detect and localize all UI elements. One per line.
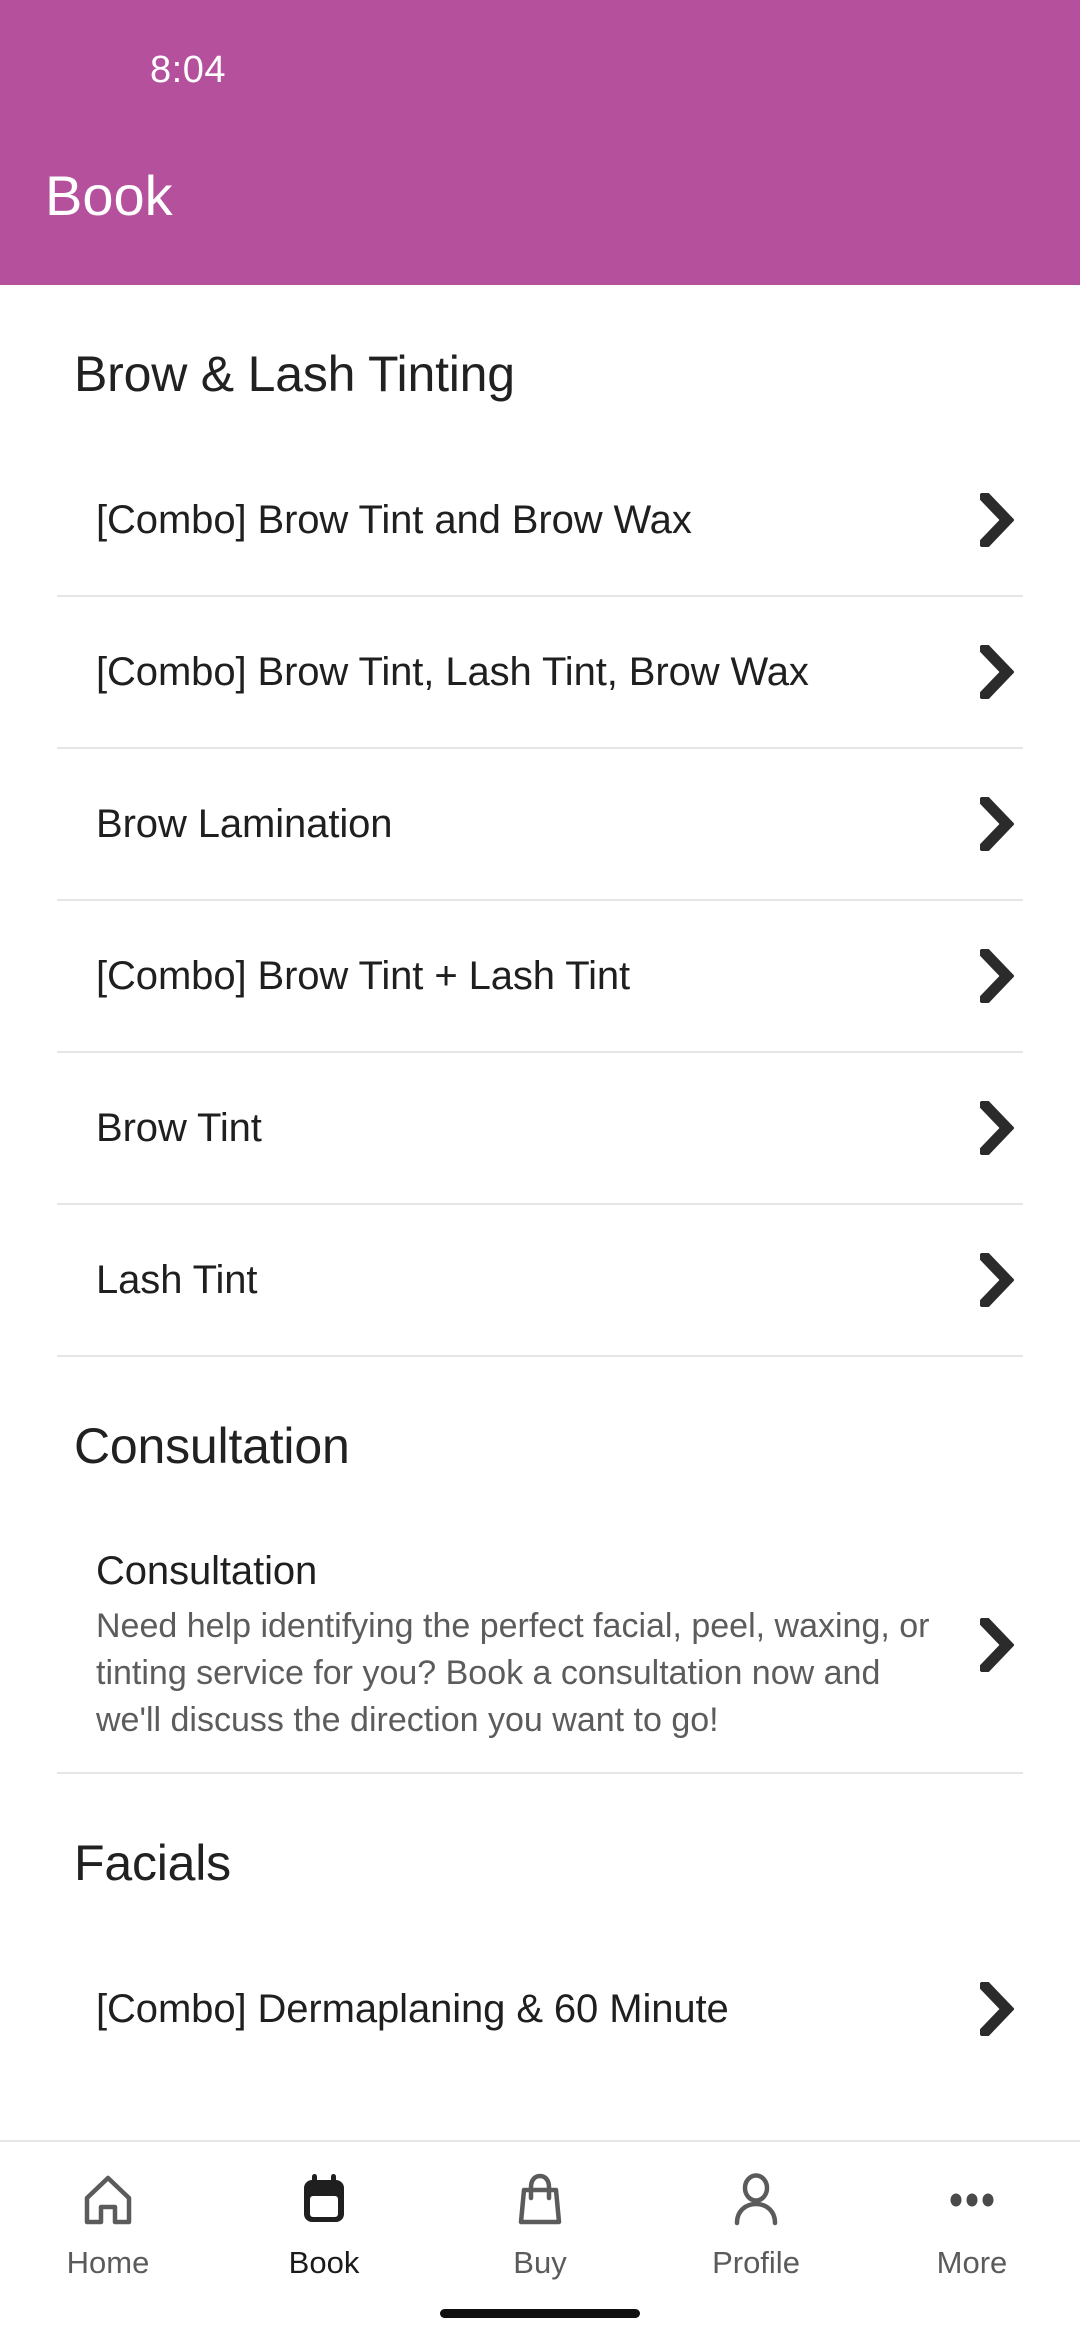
section-brow-lash-tinting: Brow & Lash Tinting [Combo] Brow Tint an…: [0, 285, 1080, 1357]
chevron-right-icon[interactable]: [974, 1253, 1020, 1307]
chevron-right-icon[interactable]: [974, 493, 1020, 547]
section-heading: Consultation: [74, 1418, 350, 1474]
service-title: [Combo] Dermaplaning & 60 Minute: [96, 1987, 729, 2031]
nav-tab-label: Buy: [513, 2245, 567, 2280]
service-title: Consultation: [96, 1549, 318, 1593]
service-row-text: [Combo] Brow Tint, Lash Tint, Brow Wax: [96, 646, 954, 698]
service-row[interactable]: Consultation Need help identifying the p…: [0, 1517, 1080, 1772]
nav-tab-home[interactable]: Home: [0, 2142, 216, 2282]
service-title: Lash Tint: [96, 1258, 258, 1302]
service-title: [Combo] Brow Tint and Brow Wax: [96, 498, 692, 542]
chevron-right-icon[interactable]: [974, 1617, 1020, 1672]
chevron-right-icon[interactable]: [974, 949, 1020, 1003]
service-row[interactable]: [Combo] Brow Tint and Brow Wax: [0, 445, 1080, 595]
service-row-text: Consultation Need help identifying the p…: [96, 1545, 954, 1744]
service-row[interactable]: Lash Tint: [0, 1205, 1080, 1355]
app-header: 8:04 Book: [0, 0, 1080, 285]
section-facials: Facials [Combo] Dermaplaning & 60 Minute: [0, 1774, 1080, 2084]
chevron-right-icon[interactable]: [974, 797, 1020, 851]
nav-tab-profile[interactable]: Profile: [648, 2142, 864, 2282]
person-icon: [727, 2168, 785, 2232]
service-title: Brow Tint: [96, 1106, 262, 1150]
home-indicator: [440, 2309, 640, 2318]
bottom-navigation-bar: Home Book Buy Profile More: [0, 2140, 1080, 2340]
section-consultation: Consultation Consultation Need help iden…: [0, 1357, 1080, 1774]
page-title: Book: [45, 164, 173, 227]
service-row-text: [Combo] Brow Tint + Lash Tint: [96, 950, 954, 1002]
service-title: Brow Lamination: [96, 802, 393, 846]
service-row-text: Lash Tint: [96, 1254, 954, 1306]
chevron-right-icon[interactable]: [974, 1101, 1020, 1155]
nav-tab-label: More: [936, 2245, 1008, 2280]
service-title: [Combo] Brow Tint, Lash Tint, Brow Wax: [96, 650, 809, 694]
nav-tab-label: Profile: [712, 2245, 800, 2280]
chevron-right-icon[interactable]: [974, 1982, 1020, 2036]
chevron-right-icon[interactable]: [974, 645, 1020, 699]
section-heading: Brow & Lash Tinting: [74, 346, 515, 402]
section-heading: Facials: [74, 1835, 231, 1891]
nav-tab-label: Home: [66, 2245, 150, 2280]
service-title: [Combo] Brow Tint + Lash Tint: [96, 954, 631, 998]
status-bar: 8:04: [0, 0, 1080, 140]
nav-tab-label: Book: [288, 2245, 360, 2280]
service-description: Need help identifying the perfect facial…: [96, 1607, 930, 1739]
nav-tab-book[interactable]: Book: [216, 2142, 432, 2282]
shopping-bag-icon: [511, 2168, 569, 2232]
service-row-text: [Combo] Dermaplaning & 60 Minute: [96, 1983, 954, 2035]
service-row[interactable]: Brow Lamination: [0, 749, 1080, 899]
service-row-text: [Combo] Brow Tint and Brow Wax: [96, 494, 954, 546]
ellipsis-icon: [943, 2168, 1001, 2232]
service-row-text: Brow Tint: [96, 1102, 954, 1154]
home-icon: [79, 2168, 137, 2232]
nav-tab-buy[interactable]: Buy: [432, 2142, 648, 2282]
service-row[interactable]: [Combo] Brow Tint + Lash Tint: [0, 901, 1080, 1051]
status-bar-clock: 8:04: [150, 49, 226, 91]
service-row[interactable]: Brow Tint: [0, 1053, 1080, 1203]
service-row[interactable]: [Combo] Brow Tint, Lash Tint, Brow Wax: [0, 597, 1080, 747]
service-list-scroll[interactable]: Brow & Lash Tinting [Combo] Brow Tint an…: [0, 285, 1080, 2140]
service-row[interactable]: [Combo] Dermaplaning & 60 Minute: [0, 1934, 1080, 2084]
calendar-icon: [295, 2168, 353, 2232]
nav-tab-more[interactable]: More: [864, 2142, 1080, 2282]
service-row-text: Brow Lamination: [96, 798, 954, 850]
